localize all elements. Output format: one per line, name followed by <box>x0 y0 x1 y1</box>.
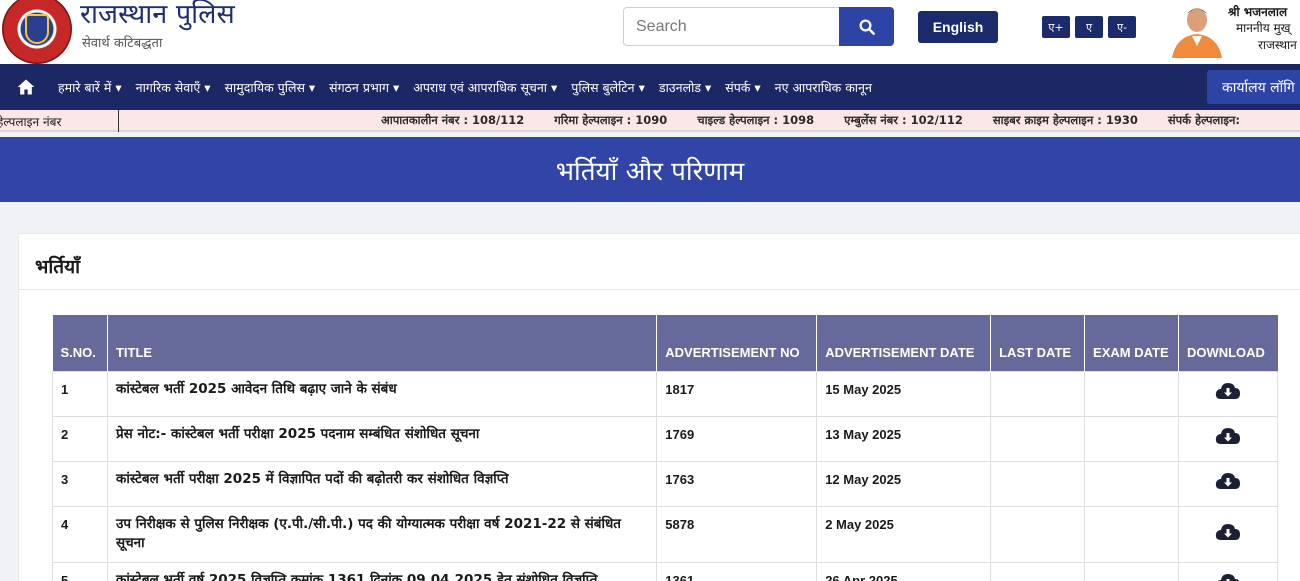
cell-sno: 3 <box>52 460 108 507</box>
cell-last-date <box>990 370 1086 417</box>
cell-title[interactable]: कांस्टेबल भर्ती 2025 आवेदन तिथि बढ़ाए जा… <box>106 370 658 417</box>
cell-title[interactable]: उप निरीक्षक से पुलिस निरीक्षक (ए.पी./सी.… <box>106 505 658 563</box>
cell-last-date <box>990 415 1086 462</box>
nav-menu: हमारे बारें में ▾ नागरिक सेवाएँ ▾ सामुदा… <box>58 64 886 110</box>
column-header-download: DOWNLOAD <box>1178 315 1278 371</box>
cell-title[interactable]: कांस्टेबल भर्ती वर्ष 2025 विज्ञप्ति क्रम… <box>106 561 658 581</box>
font-size-controls: ए+ ए ए- <box>1042 16 1136 38</box>
chief-minister-state: राजस्थान <box>1258 38 1297 52</box>
helpline-label: हेल्पलाइन नंबर <box>0 115 62 129</box>
nav-item-contact[interactable]: संपर्क ▾ <box>725 79 760 96</box>
cell-sno: 5 <box>52 561 108 581</box>
logo-emblem <box>25 14 49 44</box>
cell-sno: 4 <box>52 505 108 563</box>
helpline-item: एम्बुलेंस नंबर : 102/112 <box>844 113 963 127</box>
table-row: 5 कांस्टेबल भर्ती वर्ष 2025 विज्ञप्ति क्… <box>52 561 1279 581</box>
cell-adv-date: 26 Apr 2025 <box>816 561 992 581</box>
helpline-item: चाइल्ड हेल्पलाइन : 1098 <box>697 113 815 127</box>
nav-item-citizen-services[interactable]: नागरिक सेवाएँ ▾ <box>136 79 211 96</box>
nav-item-community-police[interactable]: सामुदायिक पुलिस ▾ <box>225 79 316 96</box>
table-row: 4 उप निरीक्षक से पुलिस निरीक्षक (ए.पी./स… <box>52 505 1279 563</box>
search-button[interactable] <box>839 7 894 46</box>
cloud-download-icon[interactable] <box>1215 426 1241 446</box>
cell-exam-date <box>1084 415 1179 462</box>
page-title: भर्तियाँ और परिणाम <box>555 156 745 187</box>
table-header-row: S.NO. TITLE ADVERTISEMENT NO ADVERTISEME… <box>52 315 1278 371</box>
cell-exam-date <box>1084 460 1179 507</box>
helpline-ticker: आपातकालीन नंबर : 108/112 गरिमा हेल्पलाइन… <box>381 113 1270 128</box>
cell-exam-date <box>1084 561 1179 581</box>
cell-adv-no: 1361 <box>656 561 818 581</box>
nav-item-organization[interactable]: संगठन प्रभाग ▾ <box>329 79 399 96</box>
cell-download <box>1177 505 1279 563</box>
helpline-divider <box>118 110 119 132</box>
nav-item-new-criminal-laws[interactable]: नए आपराधिक कानून <box>775 79 872 96</box>
helpline-bar: हेल्पलाइन नंबर आपातकालीन नंबर : 108/112 … <box>0 110 1300 132</box>
cloud-download-icon[interactable] <box>1215 572 1241 581</box>
cell-sno: 2 <box>52 415 108 462</box>
nav-item-download[interactable]: डाउनलोड ▾ <box>659 79 711 96</box>
table-row: 2 प्रेस नोट:- कांस्टेबल भर्ती परीक्षा 20… <box>52 415 1279 462</box>
column-header-adv-date: ADVERTISEMENT DATE <box>816 315 992 371</box>
chief-minister-photo <box>1166 0 1228 58</box>
page-title-banner: भर्तियाँ और परिणाम <box>0 137 1300 202</box>
cell-last-date <box>990 460 1086 507</box>
cloud-download-icon[interactable] <box>1215 471 1241 491</box>
cell-download <box>1177 460 1279 507</box>
recruitment-card: भर्तियाँ S.NO. TITLE ADVERTISEMENT NO AD… <box>18 233 1300 581</box>
helpline-item: गरिमा हेल्पलाइन : 1090 <box>554 113 668 127</box>
nav-item-about[interactable]: हमारे बारें में ▾ <box>58 79 122 96</box>
cell-adv-no: 1769 <box>656 415 818 462</box>
column-header-adv-no: ADVERTISEMENT NO <box>656 315 818 371</box>
table-row: 3 कांस्टेबल भर्ती परीक्षा 2025 में विज्ञ… <box>52 460 1279 507</box>
office-login-button[interactable]: कार्यालय लॉगि <box>1207 70 1300 104</box>
language-toggle-button[interactable]: English <box>918 11 998 43</box>
font-reset-button[interactable]: ए <box>1075 16 1103 38</box>
card-header: भर्तियाँ <box>19 234 1300 290</box>
cell-exam-date <box>1084 505 1179 563</box>
brand-tagline: सेवार्थ कटिबद्धता <box>82 36 163 51</box>
search-input[interactable] <box>623 7 840 46</box>
rajasthan-police-logo[interactable] <box>2 0 72 64</box>
section-title: भर्तियाँ <box>35 256 81 278</box>
chief-minister-name: श्री भजनलाल <box>1228 5 1288 19</box>
home-icon[interactable] <box>16 77 36 97</box>
cell-adv-no: 1763 <box>656 460 818 507</box>
helpline-item: संपर्क हेल्पलाइन: <box>1167 113 1240 127</box>
cell-adv-date: 13 May 2025 <box>816 415 992 462</box>
font-increase-button[interactable]: ए+ <box>1042 16 1070 38</box>
cloud-download-icon[interactable] <box>1215 522 1241 542</box>
site-header: राजस्थान पुलिस सेवार्थ कटिबद्धता English… <box>0 0 1300 64</box>
cell-download <box>1177 370 1279 417</box>
font-decrease-button[interactable]: ए- <box>1108 16 1136 38</box>
cell-adv-date: 2 May 2025 <box>816 505 992 563</box>
search-icon <box>859 19 875 35</box>
brand-title[interactable]: राजस्थान पुलिस <box>80 0 235 31</box>
column-header-last-date: LAST DATE <box>990 315 1086 371</box>
cloud-download-icon[interactable] <box>1215 381 1241 401</box>
nav-item-crime-info[interactable]: अपराध एवं आपराधिक सूचना ▾ <box>413 79 557 96</box>
cell-title[interactable]: प्रेस नोट:- कांस्टेबल भर्ती परीक्षा 2025… <box>106 415 658 462</box>
cell-adv-date: 15 May 2025 <box>816 370 992 417</box>
column-header-exam-date: EXAM DATE <box>1084 315 1179 371</box>
nav-item-police-bulletin[interactable]: पुलिस बुलेटिन ▾ <box>571 79 645 96</box>
table-row: 1 कांस्टेबल भर्ती 2025 आवेदन तिथि बढ़ाए … <box>52 370 1279 417</box>
cell-title[interactable]: कांस्टेबल भर्ती परीक्षा 2025 में विज्ञाप… <box>106 460 658 507</box>
cell-last-date <box>990 505 1086 563</box>
recruitment-table: S.NO. TITLE ADVERTISEMENT NO ADVERTISEME… <box>52 315 1279 581</box>
helpline-item: साइबर क्राइम हेल्पलाइन : 1930 <box>992 113 1138 127</box>
cell-download <box>1177 415 1279 462</box>
cell-adv-no: 5878 <box>656 505 818 563</box>
cell-exam-date <box>1084 370 1179 417</box>
column-header-title: TITLE <box>107 315 658 371</box>
cell-download <box>1177 561 1279 581</box>
main-navigation: हमारे बारें में ▾ नागरिक सेवाएँ ▾ सामुदा… <box>0 64 1300 110</box>
chief-minister-title: माननीय मुख् <box>1236 21 1291 35</box>
cell-sno: 1 <box>52 370 108 417</box>
cell-last-date <box>990 561 1086 581</box>
cell-adv-date: 12 May 2025 <box>816 460 992 507</box>
column-header-sno: S.NO. <box>52 315 108 371</box>
cell-adv-no: 1817 <box>656 370 818 417</box>
helpline-item: आपातकालीन नंबर : 108/112 <box>381 113 525 127</box>
